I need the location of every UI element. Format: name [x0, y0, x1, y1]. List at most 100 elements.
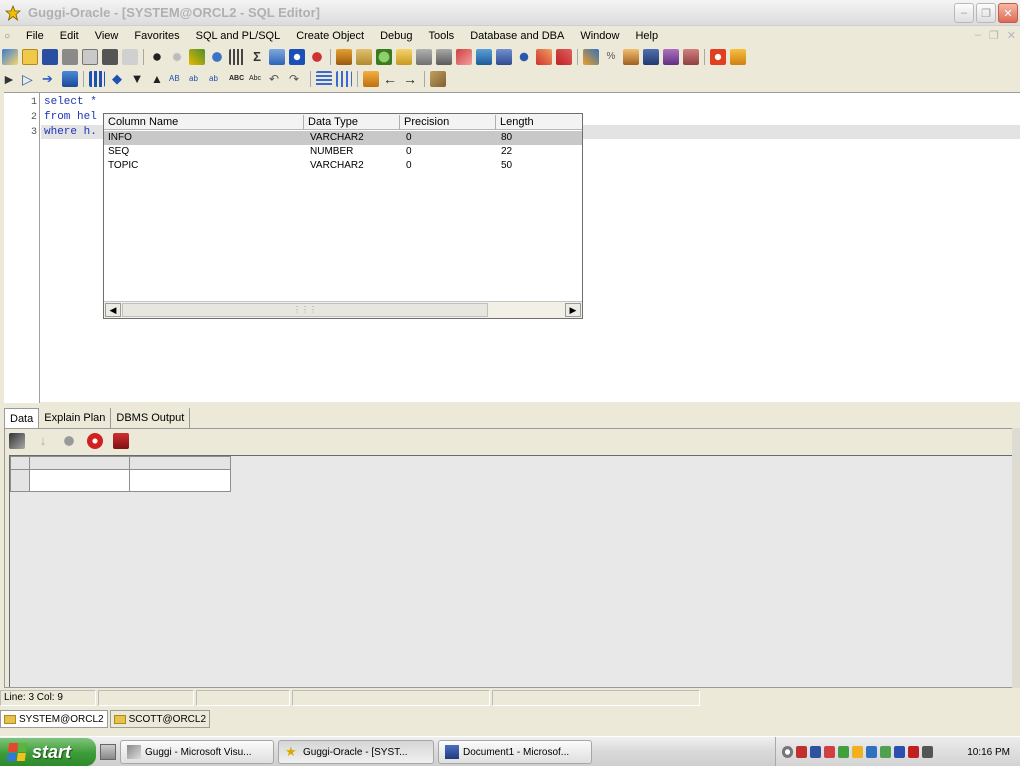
add-icon[interactable]	[289, 49, 305, 65]
mdi-close-icon[interactable]: ✕	[1007, 29, 1016, 42]
menu-file[interactable]: File	[18, 30, 52, 42]
task-guggi-oracle[interactable]: ★ Guggi-Oracle - [SYST...	[278, 740, 434, 764]
tool-icon-2[interactable]	[623, 49, 639, 65]
tray-expand-icon[interactable]	[782, 746, 793, 758]
taskbar-clock[interactable]: 10:16 PM	[967, 747, 1010, 758]
sort-icon[interactable]: ▲	[149, 71, 165, 87]
uppercase-icon[interactable]: AB	[169, 71, 185, 87]
pencil-icon[interactable]	[189, 49, 205, 65]
result-grid[interactable]	[9, 455, 1013, 687]
mdi-minimize-icon[interactable]: –	[975, 29, 981, 42]
menu-edit[interactable]: Edit	[52, 30, 87, 42]
grid-header-cell[interactable]	[129, 456, 231, 470]
tool-icon-1[interactable]	[583, 49, 599, 65]
code-line[interactable]: select *	[44, 96, 97, 108]
new-connection-icon[interactable]	[2, 49, 18, 65]
scroll-right-arrow-icon[interactable]: ▶	[565, 303, 581, 317]
print-icon[interactable]	[62, 49, 78, 65]
task-document1-word[interactable]: Document1 - Microsof...	[438, 740, 592, 764]
task-guggi-visual[interactable]: Guggi - Microsoft Visu...	[120, 740, 274, 764]
menu-window[interactable]: Window	[572, 30, 627, 42]
grid-data-cell[interactable]	[129, 469, 231, 492]
comment-icon[interactable]	[316, 71, 332, 87]
tray-app-icon-3[interactable]	[866, 746, 877, 758]
start-button[interactable]: start	[0, 738, 96, 766]
grid-options-icon[interactable]	[9, 433, 25, 449]
back-arrow-icon[interactable]: ←	[383, 71, 399, 87]
mdi-restore-icon[interactable]: ❐	[989, 29, 999, 42]
column-row-selected[interactable]: INFO VARCHAR2 0 80	[104, 131, 582, 145]
menu-debug[interactable]: Debug	[372, 30, 420, 42]
menu-sql-plsql[interactable]: SQL and PL/SQL	[188, 30, 289, 42]
object-icon-5[interactable]	[416, 49, 432, 65]
grid-corner-cell[interactable]	[10, 456, 30, 470]
lowercase-icon[interactable]: ab	[189, 71, 205, 87]
mixed-case-icon[interactable]: ab	[209, 71, 225, 87]
explain-icon[interactable]	[62, 71, 78, 87]
object-icon-4[interactable]	[396, 49, 412, 65]
execute-icon[interactable]: ►	[2, 71, 18, 87]
cut-icon[interactable]	[122, 49, 138, 65]
tab-explain-plan[interactable]: Explain Plan	[39, 408, 112, 428]
tray-security-icon[interactable]	[824, 746, 835, 758]
tab-dbms-output[interactable]: DBMS Output	[111, 408, 191, 428]
header-data-type[interactable]: Data Type	[304, 115, 400, 129]
object-icon-7[interactable]	[456, 49, 472, 65]
column-row[interactable]: SEQ NUMBER 0 22	[104, 145, 582, 159]
tool-icon-5[interactable]	[683, 49, 699, 65]
diamond-icon[interactable]: ◆	[109, 71, 125, 87]
connection-tab-system[interactable]: SYSTEM@ORCL2	[0, 710, 108, 728]
export-icon[interactable]	[113, 433, 129, 449]
popup-horizontal-scrollbar[interactable]: ◀ ⋮⋮⋮ ▶	[104, 301, 582, 318]
describe-icon[interactable]	[430, 71, 446, 87]
tab-data[interactable]: Data	[4, 408, 40, 428]
tray-antivirus-icon[interactable]	[908, 746, 919, 758]
menu-tools[interactable]: Tools	[421, 30, 463, 42]
grid-row-header[interactable]	[10, 469, 30, 492]
tool-icon-4[interactable]	[663, 49, 679, 65]
menu-favorites[interactable]: Favorites	[126, 30, 187, 42]
header-precision[interactable]: Precision	[400, 115, 496, 129]
unformat-icon[interactable]: Abc	[249, 71, 265, 87]
copy-icon[interactable]	[82, 49, 98, 65]
connection-tab-scott[interactable]: SCOTT@ORCL2	[109, 710, 211, 728]
object-icon-6[interactable]	[436, 49, 452, 65]
object-icon-8[interactable]	[476, 49, 492, 65]
restore-button[interactable]: ❐	[976, 3, 996, 23]
scroll-left-arrow-icon[interactable]: ◀	[105, 303, 121, 317]
format-icon[interactable]: ABC	[229, 71, 245, 87]
app-star-icon[interactable]	[4, 4, 22, 22]
redo-arrow-icon[interactable]: ↷	[289, 71, 305, 87]
header-column-name[interactable]: Column Name	[104, 115, 304, 129]
execute-script-icon[interactable]: ▷	[22, 71, 38, 87]
show-desktop-icon[interactable]	[100, 744, 116, 760]
table-icon[interactable]	[269, 49, 285, 65]
paste-icon[interactable]	[102, 49, 118, 65]
grid-data-cell[interactable]	[29, 469, 130, 492]
object-icon-9[interactable]	[496, 49, 512, 65]
scroll-thumb[interactable]: ⋮⋮⋮	[122, 303, 488, 317]
object-icon-11[interactable]	[536, 49, 552, 65]
tray-app-icon-2[interactable]	[852, 746, 863, 758]
fetch-all-icon[interactable]	[61, 433, 77, 449]
close-button[interactable]: ✕	[998, 3, 1018, 23]
stop-icon[interactable]	[87, 433, 103, 449]
object-icon-2[interactable]	[356, 49, 372, 65]
uncomment-icon[interactable]	[336, 71, 352, 87]
tool-icon-3[interactable]	[643, 49, 659, 65]
sum-icon[interactable]: Σ	[249, 49, 265, 65]
right-scrollbar[interactable]	[1012, 428, 1020, 688]
tray-volume-icon[interactable]	[922, 746, 933, 758]
object-icon-12[interactable]	[556, 49, 572, 65]
menu-create-object[interactable]: Create Object	[288, 30, 372, 42]
document-menu-icon[interactable]: ○	[4, 31, 18, 42]
help-target-icon[interactable]	[710, 49, 726, 65]
object-icon-3[interactable]	[376, 49, 392, 65]
tray-network-icon[interactable]	[796, 746, 807, 758]
undo-arrow-icon[interactable]: ↶	[269, 71, 285, 87]
menu-view[interactable]: View	[87, 30, 127, 42]
columns-icon[interactable]	[229, 49, 245, 65]
code-line[interactable]: where h.	[44, 126, 97, 138]
open-folder-icon[interactable]	[22, 49, 38, 65]
star-icon[interactable]	[149, 49, 165, 65]
